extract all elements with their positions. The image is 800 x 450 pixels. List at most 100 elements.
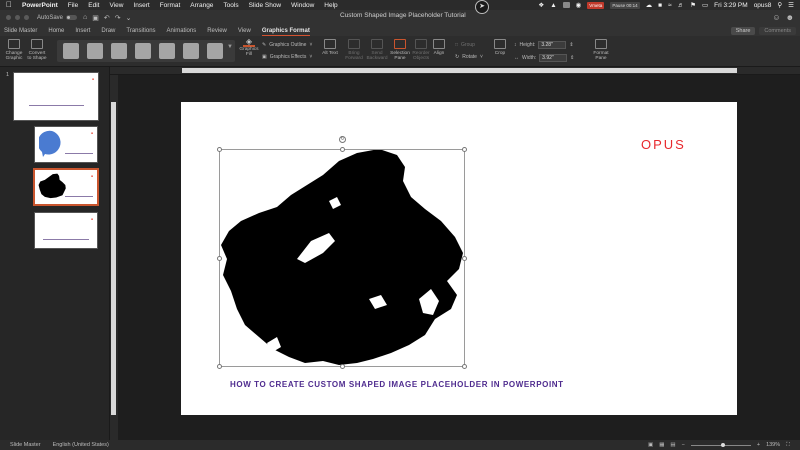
tab-animations[interactable]: Animations bbox=[167, 28, 197, 34]
resize-handle-right[interactable] bbox=[462, 256, 467, 261]
home-icon[interactable]: ⌂ bbox=[83, 14, 87, 22]
align-button[interactable]: Align bbox=[433, 39, 445, 56]
smiley-icon[interactable]: ☺ bbox=[772, 13, 780, 22]
volume-icon[interactable]: ♬ bbox=[678, 2, 685, 9]
style-swatch[interactable] bbox=[159, 43, 175, 59]
close-window-button[interactable] bbox=[6, 15, 11, 20]
screen-icon[interactable] bbox=[562, 2, 570, 8]
tab-graphics-format[interactable]: Graphics Format bbox=[261, 28, 310, 36]
horizontal-ruler[interactable] bbox=[110, 67, 800, 75]
autosave-control[interactable]: AutoSave bbox=[37, 15, 78, 21]
wifi-bars-icon[interactable]: ▲ bbox=[550, 2, 556, 9]
zoom-level[interactable]: 139% bbox=[766, 442, 780, 448]
user-name[interactable]: opus8 bbox=[754, 2, 772, 9]
battery-icon[interactable]: ▭ bbox=[702, 1, 708, 9]
selection-bounding-box[interactable] bbox=[217, 147, 467, 369]
graphics-outline-button[interactable]: ✎ Graphics Outline ˅ bbox=[262, 42, 312, 48]
search-icon[interactable]: ⚲ bbox=[777, 1, 782, 9]
pause-timer-badge[interactable]: Pause 00:14 bbox=[610, 1, 640, 9]
recording-badge[interactable]: Vmeta bbox=[587, 1, 605, 9]
redo-icon[interactable]: ↷ bbox=[115, 14, 121, 22]
rotate-handle-icon[interactable]: ↻ bbox=[339, 136, 346, 143]
normal-view-icon[interactable]: ▣ bbox=[648, 442, 653, 448]
resize-handle-top-left[interactable] bbox=[217, 147, 222, 152]
comments-button[interactable]: Comments bbox=[759, 26, 796, 35]
crop-button[interactable]: Crop bbox=[494, 39, 506, 56]
zoom-in-icon[interactable]: + bbox=[757, 442, 760, 448]
resize-handle-bottom-left[interactable] bbox=[217, 364, 222, 369]
graphics-effects-button[interactable]: ▣ Graphics Effects ˅ bbox=[262, 54, 312, 60]
menu-edit[interactable]: Edit bbox=[88, 2, 99, 9]
group-button[interactable]: □ Group bbox=[455, 42, 475, 48]
resize-handle-top[interactable] bbox=[340, 147, 345, 152]
layout-thumbnail[interactable]: ■ bbox=[34, 212, 98, 249]
menu-window[interactable]: Window bbox=[291, 2, 314, 9]
selection-pane-button[interactable]: Selection Pane bbox=[389, 39, 411, 61]
menu-slide-show[interactable]: Slide Show bbox=[249, 2, 282, 9]
flag-icon[interactable]: ⚑ bbox=[690, 1, 696, 9]
sorter-view-icon[interactable]: ▦ bbox=[659, 442, 664, 448]
cloud-icon[interactable]: ☁ bbox=[646, 1, 653, 9]
menu-list-icon[interactable]: ☰ bbox=[788, 1, 794, 9]
fit-to-window-icon[interactable]: ⛶ bbox=[786, 442, 790, 449]
style-swatch[interactable] bbox=[207, 43, 223, 59]
style-swatch[interactable] bbox=[87, 43, 103, 59]
tab-review[interactable]: Review bbox=[207, 28, 227, 34]
graphics-styles-gallery[interactable]: ▼ bbox=[57, 40, 235, 62]
menu-tools[interactable]: Tools bbox=[223, 2, 238, 9]
reading-view-icon[interactable]: ▤ bbox=[670, 442, 675, 448]
wifi-icon[interactable]: ≈ bbox=[668, 2, 672, 9]
zoom-window-button[interactable] bbox=[24, 15, 29, 20]
vertical-ruler[interactable] bbox=[110, 75, 118, 440]
menu-file[interactable]: File bbox=[68, 2, 78, 9]
style-swatch[interactable] bbox=[135, 43, 151, 59]
change-graphic-button[interactable]: Change Graphic bbox=[4, 39, 24, 61]
share-button[interactable]: Share bbox=[730, 26, 756, 35]
menu-arrange[interactable]: Arrange bbox=[190, 2, 213, 9]
tab-insert[interactable]: Insert bbox=[75, 28, 90, 34]
menu-view[interactable]: View bbox=[109, 2, 123, 9]
reorder-objects-button[interactable]: Reorder Objects bbox=[410, 39, 432, 61]
zoom-slider[interactable] bbox=[690, 442, 751, 447]
layout-thumbnail-selected[interactable]: ■ bbox=[33, 168, 99, 206]
menu-app-name[interactable]: PowerPoint bbox=[22, 2, 58, 9]
height-input[interactable]: 3.28" bbox=[538, 41, 567, 49]
resize-handle-top-right[interactable] bbox=[462, 147, 467, 152]
master-thumbnail[interactable]: ■ bbox=[13, 72, 99, 121]
status-language[interactable]: English (United States) bbox=[53, 442, 109, 448]
minimize-window-button[interactable] bbox=[15, 15, 20, 20]
save-icon[interactable]: ▣ bbox=[92, 14, 99, 22]
menu-insert[interactable]: Insert bbox=[133, 2, 149, 9]
alt-text-button[interactable]: Alt Text bbox=[322, 39, 338, 56]
height-stepper-icon[interactable]: ⇕ bbox=[569, 42, 573, 48]
tab-draw[interactable]: Draw bbox=[101, 28, 115, 34]
slide-thumbnails-panel[interactable]: 1 ■ ■ ■ ■ bbox=[0, 67, 110, 440]
camera-icon[interactable]: ◉ bbox=[576, 1, 582, 9]
rotate-button[interactable]: ↻ Rotate ˅ bbox=[455, 54, 483, 60]
style-swatch[interactable] bbox=[183, 43, 199, 59]
menu-help[interactable]: Help bbox=[324, 2, 337, 9]
width-input[interactable]: 3.92" bbox=[539, 54, 568, 62]
undo-icon[interactable]: ↶ bbox=[104, 14, 110, 22]
gallery-more-icon[interactable]: ▼ bbox=[227, 44, 233, 50]
tab-home[interactable]: Home bbox=[48, 28, 64, 34]
customize-qat-icon[interactable]: ⌄ bbox=[126, 14, 132, 22]
slide-caption[interactable]: HOW TO CREATE CUSTOM SHAPED IMAGE PLACEH… bbox=[230, 380, 564, 389]
tab-view[interactable]: View bbox=[238, 28, 251, 34]
menu-format[interactable]: Format bbox=[160, 2, 181, 9]
autosave-toggle[interactable] bbox=[66, 15, 78, 20]
resize-handle-left[interactable] bbox=[217, 256, 222, 261]
dropbox-icon[interactable]: ❖ bbox=[538, 1, 544, 9]
apple-icon[interactable]:  bbox=[6, 1, 14, 9]
send-backward-button[interactable]: Send Backward bbox=[366, 39, 388, 61]
resize-handle-bottom[interactable] bbox=[340, 364, 345, 369]
graphics-fill-button[interactable]: ◈ Graphics Fill bbox=[238, 38, 260, 58]
resize-handle-bottom-right[interactable] bbox=[462, 364, 467, 369]
convert-to-shape-button[interactable]: Convert to Shape bbox=[27, 39, 47, 61]
tab-slide-master[interactable]: Slide Master bbox=[4, 28, 37, 34]
format-pane-button[interactable]: Format Pane bbox=[592, 39, 610, 61]
clock-text[interactable]: Fri 3:29 PM bbox=[714, 2, 748, 9]
lock-icon[interactable]: ■ bbox=[658, 2, 662, 9]
tab-transitions[interactable]: Transitions bbox=[126, 28, 155, 34]
style-swatch[interactable] bbox=[111, 43, 127, 59]
